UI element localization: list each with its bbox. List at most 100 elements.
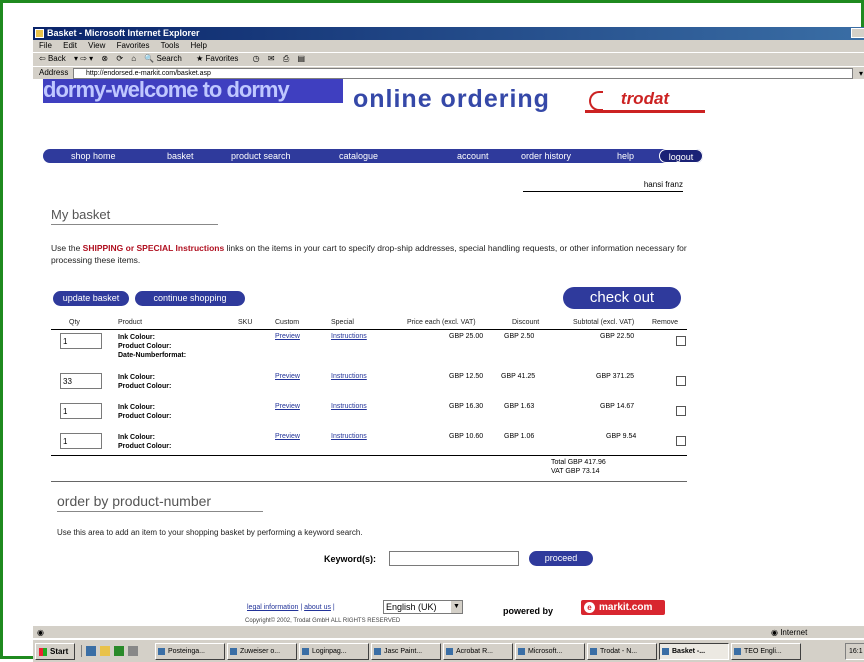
menu-help[interactable]: Help [191, 41, 207, 50]
legal-information-link[interactable]: legal information [247, 604, 298, 611]
page-icon: ◉ [37, 628, 44, 637]
preview-link[interactable]: Preview [275, 433, 300, 440]
quick-launch [81, 645, 153, 657]
menu-file[interactable]: File [39, 41, 52, 50]
product-attr: Product Colour: [118, 343, 172, 350]
taskbar-item[interactable]: Trodat - N... [587, 643, 657, 660]
instructions-link[interactable]: Instructions [331, 333, 367, 340]
history-icon[interactable]: ◷ [253, 54, 260, 63]
menu-tools[interactable]: Tools [161, 41, 180, 50]
price-each: GBP 12.50 [449, 373, 484, 380]
nav-order-history[interactable]: order history [521, 149, 571, 163]
address-bar: Address http://endorsed.e-markit.com/bas… [33, 66, 864, 90]
continue-shopping-button[interactable]: continue shopping [135, 291, 245, 306]
instructions-link[interactable]: Instructions [331, 373, 367, 380]
checkout-button[interactable]: check out [563, 287, 681, 309]
preview-link[interactable]: Preview [275, 333, 300, 340]
update-basket-button[interactable]: update basket [53, 291, 129, 306]
nav-catalogue[interactable]: catalogue [339, 149, 378, 163]
taskbar-item[interactable]: Posteinga... [155, 643, 225, 660]
subtotal: GBP 22.50 [600, 333, 635, 340]
search-button[interactable]: 🔍 Search [144, 54, 188, 63]
nav-account[interactable]: account [457, 149, 489, 163]
subtotal: GBP 14.67 [600, 403, 635, 410]
about-us-link[interactable]: about us [304, 604, 331, 611]
col-subtotal: Subtotal (excl. VAT) [573, 319, 635, 326]
order-by-number-title: order by product-number [57, 493, 263, 512]
proceed-button[interactable]: proceed [529, 551, 593, 566]
remove-checkbox[interactable] [676, 336, 686, 346]
language-select[interactable]: English (UK) ▼ [383, 600, 463, 614]
price-each: GBP 10.60 [449, 433, 484, 440]
col-sku: SKU [238, 319, 253, 326]
taskbar-item[interactable]: TEO Engli... [731, 643, 801, 660]
zone-label: Internet [780, 628, 808, 637]
taskbar-item[interactable]: Jasc Paint... [371, 643, 441, 660]
instructions-link[interactable]: Instructions [331, 403, 367, 410]
home-icon[interactable]: ⌂ [131, 54, 136, 63]
print-icon[interactable]: ⎙ [283, 54, 289, 63]
taskbar-item-active[interactable]: Basket -... [659, 643, 729, 660]
taskbar-item[interactable]: Microsoft... [515, 643, 585, 660]
totals-block: Total GBP 417.96 VAT GBP 73.14 [551, 458, 651, 476]
nav-product-search[interactable]: product search [231, 149, 291, 163]
menu-view[interactable]: View [88, 41, 105, 50]
vat-amount: VAT GBP 73.14 [551, 468, 600, 475]
outlook-icon[interactable] [114, 646, 124, 656]
back-button[interactable]: ⇦ Back ▾ ⇨ ▾ [39, 54, 93, 63]
product-attributes: Ink Colour: Product Colour: [118, 403, 171, 421]
taskbar: Start Posteinga... Zuweiser o... Loginpa… [33, 638, 864, 662]
discount: GBP 1.06 [504, 433, 535, 440]
ie-icon [35, 29, 44, 38]
online-ordering-heading: online ordering [353, 85, 550, 113]
taskbar-item[interactable]: Loginpag... [299, 643, 369, 660]
col-special: Special [331, 319, 354, 326]
stop-icon[interactable]: ⊗ [101, 54, 108, 63]
menu-bar: File Edit View Favorites Tools Help [33, 40, 864, 52]
desktop-icon[interactable] [86, 646, 96, 656]
remove-checkbox[interactable] [676, 376, 686, 386]
col-custom: Custom [275, 319, 300, 326]
footer-links: legal information | about us | [247, 604, 335, 611]
logout-button[interactable]: logout [659, 149, 703, 163]
qty-input[interactable] [60, 433, 102, 449]
nav-shop-home[interactable]: shop home [71, 149, 116, 163]
intro-text-pre: Use the [51, 243, 83, 253]
taskbar-item[interactable]: Zuweiser o... [227, 643, 297, 660]
qty-input[interactable] [60, 373, 102, 389]
instructions-link[interactable]: Instructions [331, 433, 367, 440]
mail-icon[interactable]: ✉ [268, 54, 275, 63]
product-attr: Ink Colour: [118, 374, 155, 381]
window-controls[interactable] [851, 28, 864, 38]
menu-edit[interactable]: Edit [63, 41, 77, 50]
qty-input[interactable] [60, 403, 102, 419]
markit-logo[interactable]: e markit.com [581, 600, 665, 615]
edit-icon[interactable]: ▤ [297, 54, 305, 63]
product-attributes: Ink Colour: Product Colour: [118, 373, 171, 391]
preview-link[interactable]: Preview [275, 373, 300, 380]
nav-help[interactable]: help [617, 149, 634, 163]
title-bar: Basket - Microsoft Internet Explorer [33, 27, 864, 40]
keyword-input[interactable] [389, 551, 519, 566]
col-remove: Remove [652, 319, 679, 326]
username: hansi franz [523, 179, 683, 192]
qty-input[interactable] [60, 333, 102, 349]
product-attr: Ink Colour: [118, 334, 155, 341]
taskbar-item[interactable]: Acrobat R... [443, 643, 513, 660]
remove-checkbox[interactable] [676, 406, 686, 416]
address-input[interactable]: http://endorsed.e-markit.com/basket.asp [73, 68, 853, 79]
start-button[interactable]: Start [35, 643, 75, 660]
col-discount: Discount [512, 319, 540, 326]
address-label: Address [39, 68, 69, 77]
favorites-button[interactable]: ★ Favorites [196, 54, 244, 63]
menu-favorites[interactable]: Favorites [117, 41, 150, 50]
remove-checkbox[interactable] [676, 436, 686, 446]
intro-highlight: SHIPPING or SPECIAL Instructions [82, 243, 225, 253]
ie-quick-icon[interactable] [100, 646, 110, 656]
app-icon[interactable] [128, 646, 138, 656]
markit-e-icon: e [584, 602, 595, 613]
refresh-icon[interactable]: ⟳ [116, 54, 123, 63]
preview-link[interactable]: Preview [275, 403, 300, 410]
copyright: Copyright© 2002, Trodat GmbH ALL RIGHTS … [245, 618, 401, 624]
nav-basket[interactable]: basket [167, 149, 194, 163]
